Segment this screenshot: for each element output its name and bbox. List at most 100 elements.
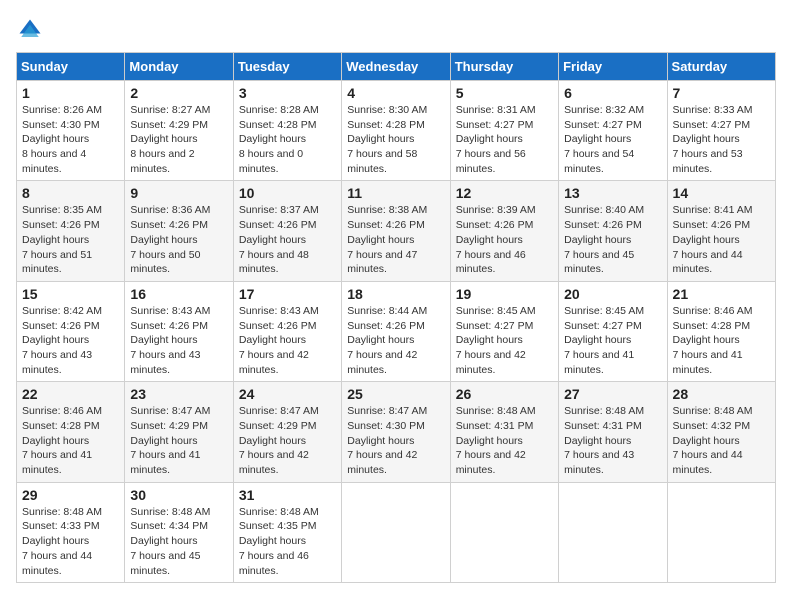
calendar-day-header: Saturday [667, 53, 775, 81]
day-number: 30 [130, 487, 227, 503]
day-detail: Sunrise: 8:48 AMSunset: 4:31 PMDaylight … [564, 405, 644, 476]
day-number: 8 [22, 185, 119, 201]
day-detail: Sunrise: 8:47 AMSunset: 4:29 PMDaylight … [239, 405, 319, 476]
calendar-week-row: 29 Sunrise: 8:48 AMSunset: 4:33 PMDaylig… [17, 482, 776, 582]
day-detail: Sunrise: 8:47 AMSunset: 4:29 PMDaylight … [130, 405, 210, 476]
calendar-week-row: 1 Sunrise: 8:26 AMSunset: 4:30 PMDayligh… [17, 81, 776, 181]
day-detail: Sunrise: 8:43 AMSunset: 4:26 PMDaylight … [239, 305, 319, 376]
day-number: 29 [22, 487, 119, 503]
calendar-cell: 29 Sunrise: 8:48 AMSunset: 4:33 PMDaylig… [17, 482, 125, 582]
day-number: 21 [673, 286, 770, 302]
calendar-day-header: Wednesday [342, 53, 450, 81]
day-number: 28 [673, 386, 770, 402]
day-number: 31 [239, 487, 336, 503]
day-detail: Sunrise: 8:43 AMSunset: 4:26 PMDaylight … [130, 305, 210, 376]
calendar-day-header: Sunday [17, 53, 125, 81]
calendar-cell: 21 Sunrise: 8:46 AMSunset: 4:28 PMDaylig… [667, 281, 775, 381]
calendar-cell: 20 Sunrise: 8:45 AMSunset: 4:27 PMDaylig… [559, 281, 667, 381]
calendar-cell: 19 Sunrise: 8:45 AMSunset: 4:27 PMDaylig… [450, 281, 558, 381]
day-number: 5 [456, 85, 553, 101]
calendar-cell: 16 Sunrise: 8:43 AMSunset: 4:26 PMDaylig… [125, 281, 233, 381]
day-number: 24 [239, 386, 336, 402]
day-detail: Sunrise: 8:46 AMSunset: 4:28 PMDaylight … [22, 405, 102, 476]
calendar-cell: 8 Sunrise: 8:35 AMSunset: 4:26 PMDayligh… [17, 181, 125, 281]
day-detail: Sunrise: 8:38 AMSunset: 4:26 PMDaylight … [347, 204, 427, 275]
day-detail: Sunrise: 8:48 AMSunset: 4:31 PMDaylight … [456, 405, 536, 476]
calendar-cell: 11 Sunrise: 8:38 AMSunset: 4:26 PMDaylig… [342, 181, 450, 281]
day-detail: Sunrise: 8:28 AMSunset: 4:28 PMDaylight … [239, 104, 319, 175]
day-detail: Sunrise: 8:39 AMSunset: 4:26 PMDaylight … [456, 204, 536, 275]
calendar-cell [342, 482, 450, 582]
day-number: 27 [564, 386, 661, 402]
day-number: 15 [22, 286, 119, 302]
day-number: 22 [22, 386, 119, 402]
day-detail: Sunrise: 8:33 AMSunset: 4:27 PMDaylight … [673, 104, 753, 175]
calendar-table: SundayMondayTuesdayWednesdayThursdayFrid… [16, 52, 776, 583]
day-number: 23 [130, 386, 227, 402]
day-number: 4 [347, 85, 444, 101]
calendar-cell [559, 482, 667, 582]
calendar-cell: 5 Sunrise: 8:31 AMSunset: 4:27 PMDayligh… [450, 81, 558, 181]
day-detail: Sunrise: 8:48 AMSunset: 4:32 PMDaylight … [673, 405, 753, 476]
calendar-header-row: SundayMondayTuesdayWednesdayThursdayFrid… [17, 53, 776, 81]
day-number: 25 [347, 386, 444, 402]
day-detail: Sunrise: 8:37 AMSunset: 4:26 PMDaylight … [239, 204, 319, 275]
day-detail: Sunrise: 8:36 AMSunset: 4:26 PMDaylight … [130, 204, 210, 275]
day-number: 19 [456, 286, 553, 302]
day-detail: Sunrise: 8:44 AMSunset: 4:26 PMDaylight … [347, 305, 427, 376]
day-detail: Sunrise: 8:31 AMSunset: 4:27 PMDaylight … [456, 104, 536, 175]
day-detail: Sunrise: 8:30 AMSunset: 4:28 PMDaylight … [347, 104, 427, 175]
calendar-cell: 22 Sunrise: 8:46 AMSunset: 4:28 PMDaylig… [17, 382, 125, 482]
calendar-cell: 12 Sunrise: 8:39 AMSunset: 4:26 PMDaylig… [450, 181, 558, 281]
calendar-day-header: Monday [125, 53, 233, 81]
day-number: 16 [130, 286, 227, 302]
calendar-cell: 15 Sunrise: 8:42 AMSunset: 4:26 PMDaylig… [17, 281, 125, 381]
day-number: 17 [239, 286, 336, 302]
day-number: 2 [130, 85, 227, 101]
calendar-cell: 23 Sunrise: 8:47 AMSunset: 4:29 PMDaylig… [125, 382, 233, 482]
calendar-cell: 2 Sunrise: 8:27 AMSunset: 4:29 PMDayligh… [125, 81, 233, 181]
calendar-cell: 27 Sunrise: 8:48 AMSunset: 4:31 PMDaylig… [559, 382, 667, 482]
day-number: 13 [564, 185, 661, 201]
day-detail: Sunrise: 8:32 AMSunset: 4:27 PMDaylight … [564, 104, 644, 175]
day-detail: Sunrise: 8:40 AMSunset: 4:26 PMDaylight … [564, 204, 644, 275]
day-detail: Sunrise: 8:45 AMSunset: 4:27 PMDaylight … [564, 305, 644, 376]
day-detail: Sunrise: 8:41 AMSunset: 4:26 PMDaylight … [673, 204, 753, 275]
day-detail: Sunrise: 8:48 AMSunset: 4:35 PMDaylight … [239, 506, 319, 577]
day-number: 14 [673, 185, 770, 201]
day-detail: Sunrise: 8:48 AMSunset: 4:33 PMDaylight … [22, 506, 102, 577]
day-number: 10 [239, 185, 336, 201]
day-detail: Sunrise: 8:27 AMSunset: 4:29 PMDaylight … [130, 104, 210, 175]
day-number: 1 [22, 85, 119, 101]
logo [16, 16, 48, 44]
calendar-day-header: Tuesday [233, 53, 341, 81]
calendar-cell: 25 Sunrise: 8:47 AMSunset: 4:30 PMDaylig… [342, 382, 450, 482]
calendar-week-row: 22 Sunrise: 8:46 AMSunset: 4:28 PMDaylig… [17, 382, 776, 482]
calendar-week-row: 8 Sunrise: 8:35 AMSunset: 4:26 PMDayligh… [17, 181, 776, 281]
day-detail: Sunrise: 8:47 AMSunset: 4:30 PMDaylight … [347, 405, 427, 476]
calendar-cell [450, 482, 558, 582]
calendar-cell: 31 Sunrise: 8:48 AMSunset: 4:35 PMDaylig… [233, 482, 341, 582]
calendar-cell: 18 Sunrise: 8:44 AMSunset: 4:26 PMDaylig… [342, 281, 450, 381]
calendar-cell: 14 Sunrise: 8:41 AMSunset: 4:26 PMDaylig… [667, 181, 775, 281]
day-detail: Sunrise: 8:46 AMSunset: 4:28 PMDaylight … [673, 305, 753, 376]
day-detail: Sunrise: 8:26 AMSunset: 4:30 PMDaylight … [22, 104, 102, 175]
day-number: 26 [456, 386, 553, 402]
calendar-cell: 10 Sunrise: 8:37 AMSunset: 4:26 PMDaylig… [233, 181, 341, 281]
logo-icon [16, 16, 44, 44]
day-number: 9 [130, 185, 227, 201]
calendar-cell: 26 Sunrise: 8:48 AMSunset: 4:31 PMDaylig… [450, 382, 558, 482]
day-detail: Sunrise: 8:45 AMSunset: 4:27 PMDaylight … [456, 305, 536, 376]
day-number: 3 [239, 85, 336, 101]
calendar-cell: 13 Sunrise: 8:40 AMSunset: 4:26 PMDaylig… [559, 181, 667, 281]
calendar-cell: 24 Sunrise: 8:47 AMSunset: 4:29 PMDaylig… [233, 382, 341, 482]
day-detail: Sunrise: 8:42 AMSunset: 4:26 PMDaylight … [22, 305, 102, 376]
day-number: 20 [564, 286, 661, 302]
calendar-cell [667, 482, 775, 582]
calendar-cell: 4 Sunrise: 8:30 AMSunset: 4:28 PMDayligh… [342, 81, 450, 181]
calendar-day-header: Friday [559, 53, 667, 81]
page-header [16, 16, 776, 44]
calendar-week-row: 15 Sunrise: 8:42 AMSunset: 4:26 PMDaylig… [17, 281, 776, 381]
calendar-cell: 3 Sunrise: 8:28 AMSunset: 4:28 PMDayligh… [233, 81, 341, 181]
day-number: 12 [456, 185, 553, 201]
